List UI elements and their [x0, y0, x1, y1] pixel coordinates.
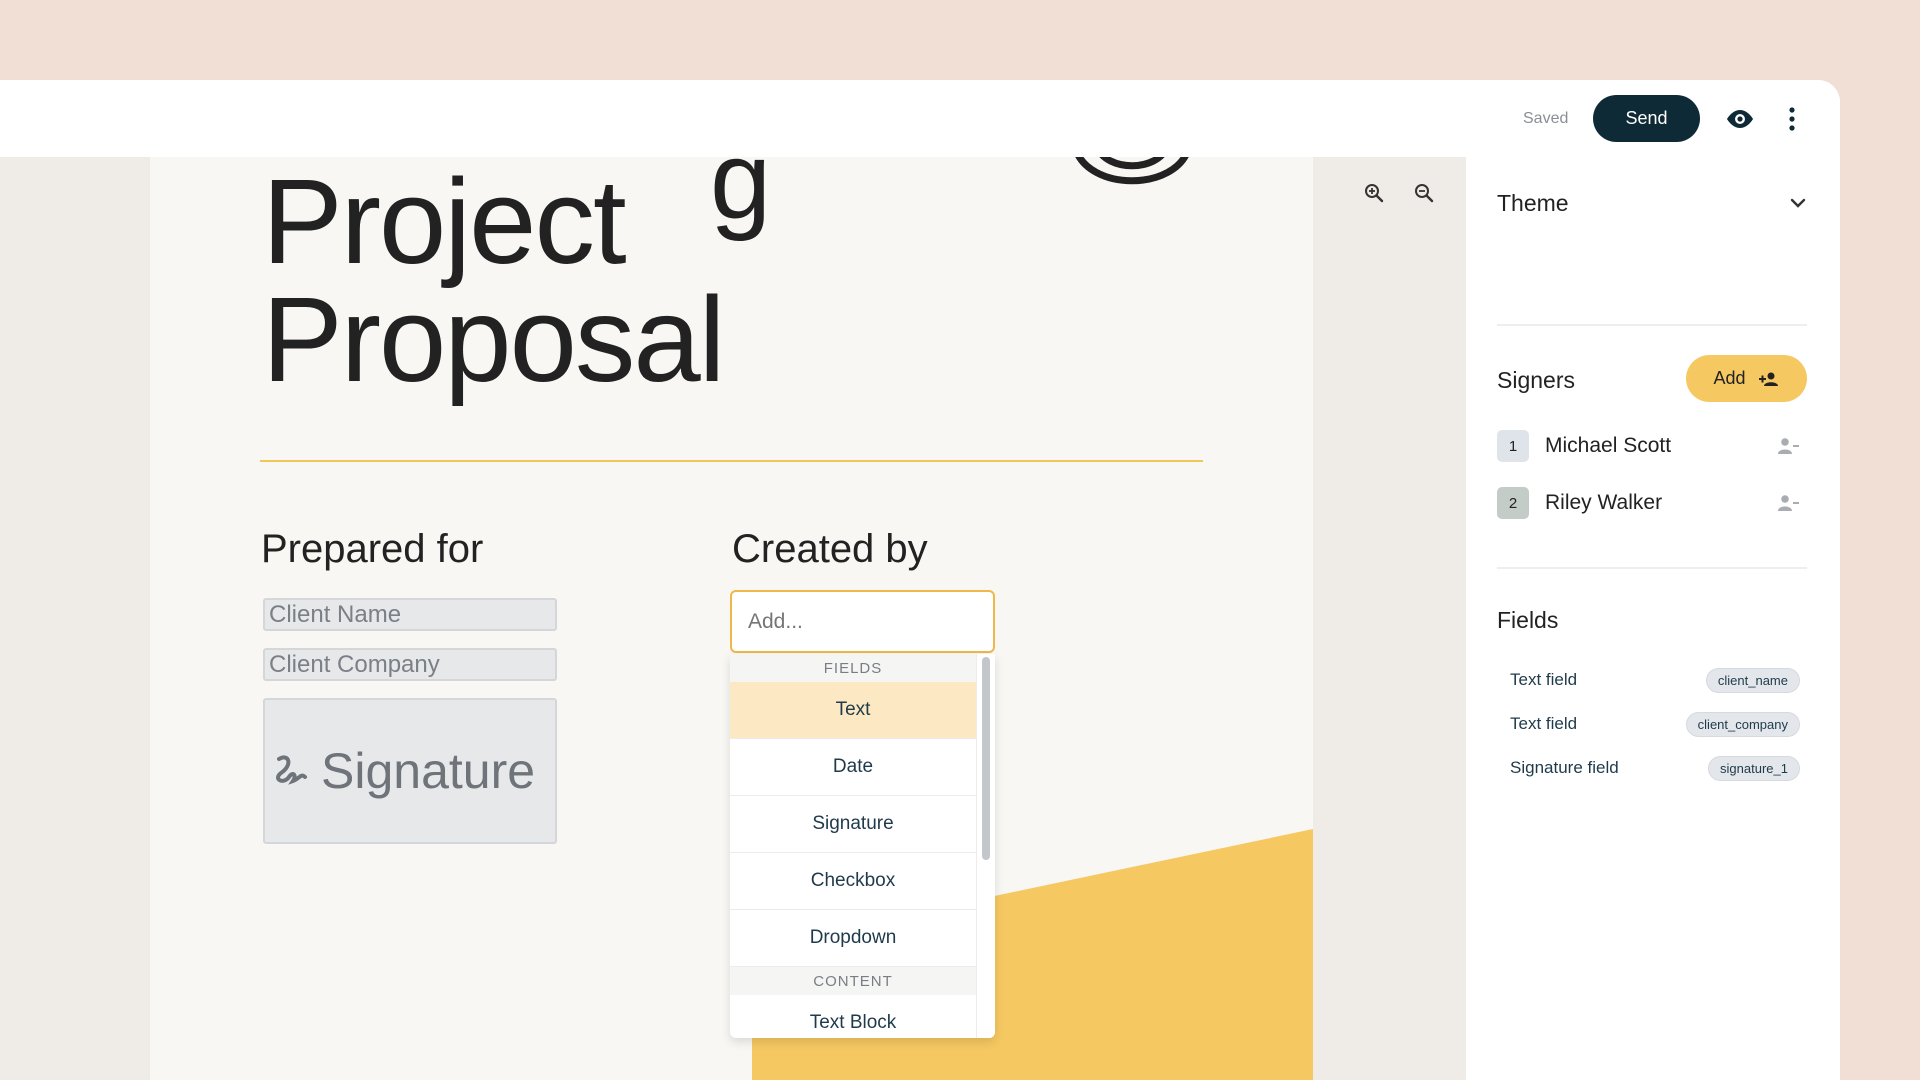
zoom-out-icon: [1415, 184, 1434, 203]
chevron-down-icon: [1790, 198, 1806, 208]
prepared-for-heading: Prepared for: [261, 527, 484, 571]
save-status: Saved: [1523, 110, 1569, 127]
signature-field[interactable]: Signature: [263, 698, 557, 844]
dropdown-list: FIELDS Text Date Signature Checkbox Drop…: [730, 654, 976, 1038]
more-vertical-icon: [1789, 107, 1795, 131]
signer-name: Riley Walker: [1545, 491, 1663, 514]
add-signer-label: Add: [1713, 368, 1746, 388]
zoom-in-button[interactable]: [1362, 181, 1386, 205]
field-type: Text field: [1510, 670, 1578, 689]
zoom-out-button[interactable]: [1412, 181, 1436, 205]
dropdown-scrollbar-thumb[interactable]: [982, 657, 990, 860]
document-canvas: g Project Proposal Prepared for Created …: [0, 157, 1466, 1080]
remove-signer-button[interactable]: [1774, 432, 1802, 460]
app-window: Saved Send g Project Proposal Prepared f…: [0, 80, 1840, 1080]
fields-heading: Fields: [1497, 607, 1559, 633]
client-name-field[interactable]: Client Name: [263, 598, 557, 631]
add-person-icon: [1758, 372, 1778, 386]
signer-row[interactable]: 2 Riley Walker: [1497, 487, 1802, 519]
dropdown-section-content: CONTENT: [730, 967, 976, 995]
add-field-input[interactable]: [730, 590, 995, 653]
add-signer-button[interactable]: Add: [1686, 355, 1807, 402]
dropdown-section-fields: FIELDS: [730, 654, 976, 682]
dropdown-item-checkbox[interactable]: Checkbox: [730, 853, 976, 910]
send-button[interactable]: Send: [1593, 95, 1700, 142]
dropdown-item-text-block[interactable]: Text Block: [730, 995, 976, 1038]
theme-section-toggle[interactable]: Theme: [1497, 187, 1807, 219]
top-toolbar: Saved Send: [0, 80, 1840, 157]
sidebar-divider: [1497, 324, 1807, 326]
signer-row[interactable]: 1 Michael Scott: [1497, 430, 1802, 462]
signer-number-badge: 2: [1497, 487, 1529, 519]
created-by-heading: Created by: [732, 527, 928, 571]
dropdown-item-text[interactable]: Text: [730, 682, 976, 739]
right-sidebar: Theme Signers Add 1 Michael Scott 2 Rile…: [1466, 157, 1840, 1080]
field-list-item[interactable]: Signature field signature_1: [1510, 754, 1800, 782]
preview-button[interactable]: [1724, 103, 1756, 135]
remove-person-icon: [1778, 495, 1799, 511]
field-type: Text field: [1510, 714, 1578, 733]
dropdown-scrollbar[interactable]: [976, 654, 995, 1038]
theme-label: Theme: [1497, 189, 1569, 216]
more-options-button[interactable]: [1780, 103, 1804, 135]
dropdown-item-signature[interactable]: Signature: [730, 796, 976, 853]
remove-person-icon: [1778, 438, 1799, 454]
signer-name: Michael Scott: [1545, 434, 1672, 457]
signature-icon: [276, 755, 307, 785]
field-type: Signature field: [1510, 758, 1619, 777]
field-list-item[interactable]: Text field client_company: [1510, 710, 1800, 738]
client-company-field[interactable]: Client Company: [263, 648, 557, 681]
dropdown-item-dropdown[interactable]: Dropdown: [730, 910, 976, 967]
field-list-item[interactable]: Text field client_name: [1510, 666, 1800, 694]
field-key-tag: signature_1: [1708, 755, 1800, 781]
document-title: Project Proposal: [262, 157, 726, 407]
field-key-tag: client_company: [1685, 711, 1800, 737]
field-key-tag: client_name: [1705, 667, 1800, 693]
sidebar-divider: [1497, 567, 1807, 569]
signer-number-badge: 1: [1497, 430, 1529, 462]
add-field-dropdown: FIELDS Text Date Signature Checkbox Drop…: [730, 654, 995, 1038]
signature-field-label: Signature: [321, 743, 536, 799]
document-page: g Project Proposal Prepared for Created …: [150, 157, 1313, 1080]
dropdown-item-date[interactable]: Date: [730, 739, 976, 796]
zoom-in-icon: [1365, 184, 1384, 203]
remove-signer-button[interactable]: [1774, 489, 1802, 517]
signers-heading: Signers: [1497, 367, 1575, 393]
title-divider: [260, 460, 1203, 462]
logo-icon: [1075, 157, 1189, 185]
eye-icon: [1727, 110, 1753, 128]
